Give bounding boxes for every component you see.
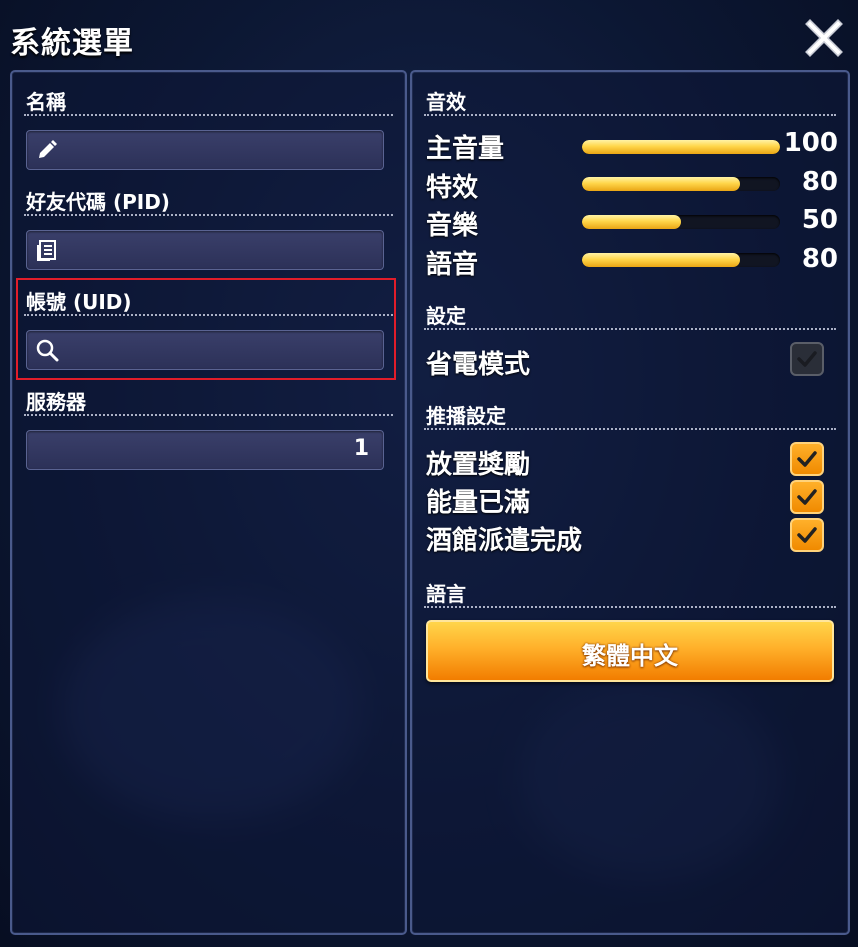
check-icon [797, 351, 817, 367]
volume-slider-master[interactable] [582, 140, 780, 154]
divider [24, 114, 393, 116]
volume-slider-voice[interactable] [582, 253, 780, 267]
volume-slider-effects[interactable] [582, 177, 780, 191]
divider [424, 328, 836, 330]
push-tavern-dispatch-checkbox[interactable] [790, 518, 824, 552]
volume-fill-voice [582, 253, 741, 267]
account-panel: 名稱 好友代碼 (PID) 帳號 (UID) 服務器 1 [10, 70, 407, 935]
language-button[interactable]: 繁體中文 [426, 620, 834, 682]
check-icon [797, 489, 817, 505]
settings-panel: 音效 主音量 100 特效 80 音樂 50 語音 80 設定 省電模式 推播設… [410, 70, 850, 935]
name-label: 名稱 [26, 90, 66, 114]
check-icon [797, 451, 817, 467]
language-label: 語言 [426, 582, 466, 606]
close-button[interactable] [804, 18, 844, 58]
volume-fill-master [582, 140, 780, 154]
close-icon [805, 19, 843, 57]
volume-label-music: 音樂 [426, 211, 479, 241]
push-energy-full-checkbox[interactable] [790, 480, 824, 514]
pid-label: 好友代碼 (PID) [26, 190, 170, 214]
divider [424, 114, 836, 116]
push-energy-full-label: 能量已滿 [426, 488, 531, 518]
server-label: 服務器 [26, 390, 86, 414]
volume-slider-music[interactable] [582, 215, 780, 229]
page-title: 系統選單 [10, 26, 134, 61]
volume-fill-effects [582, 177, 741, 191]
settings-label: 設定 [426, 304, 466, 328]
power-saving-label: 省電模式 [426, 350, 531, 380]
pencil-icon [39, 140, 57, 158]
divider [424, 606, 836, 608]
volume-label-voice: 語音 [426, 250, 479, 280]
push-label: 推播設定 [426, 404, 506, 428]
pid-field[interactable] [26, 230, 384, 270]
divider [24, 414, 393, 416]
push-idle-reward-label: 放置獎勵 [426, 450, 531, 480]
volume-value-voice: 80 [801, 244, 838, 274]
uid-highlight-box [16, 278, 396, 380]
volume-label-effects: 特效 [426, 173, 479, 203]
sound-label: 音效 [426, 90, 466, 114]
volume-value-effects: 80 [801, 167, 838, 197]
copy-icon [37, 240, 56, 261]
push-tavern-dispatch-label: 酒館派遣完成 [426, 526, 583, 556]
volume-value-music: 50 [801, 205, 838, 235]
language-button-label: 繁體中文 [582, 642, 678, 670]
check-icon [797, 527, 817, 543]
push-idle-reward-checkbox[interactable] [790, 442, 824, 476]
server-field[interactable]: 1 [26, 430, 384, 470]
server-value: 1 [353, 436, 369, 461]
divider [424, 428, 836, 430]
volume-label-master: 主音量 [426, 134, 505, 164]
volume-value-master: 100 [783, 128, 838, 158]
volume-fill-music [582, 215, 681, 229]
divider [24, 214, 393, 216]
power-saving-checkbox[interactable] [790, 342, 824, 376]
name-field[interactable] [26, 130, 384, 170]
